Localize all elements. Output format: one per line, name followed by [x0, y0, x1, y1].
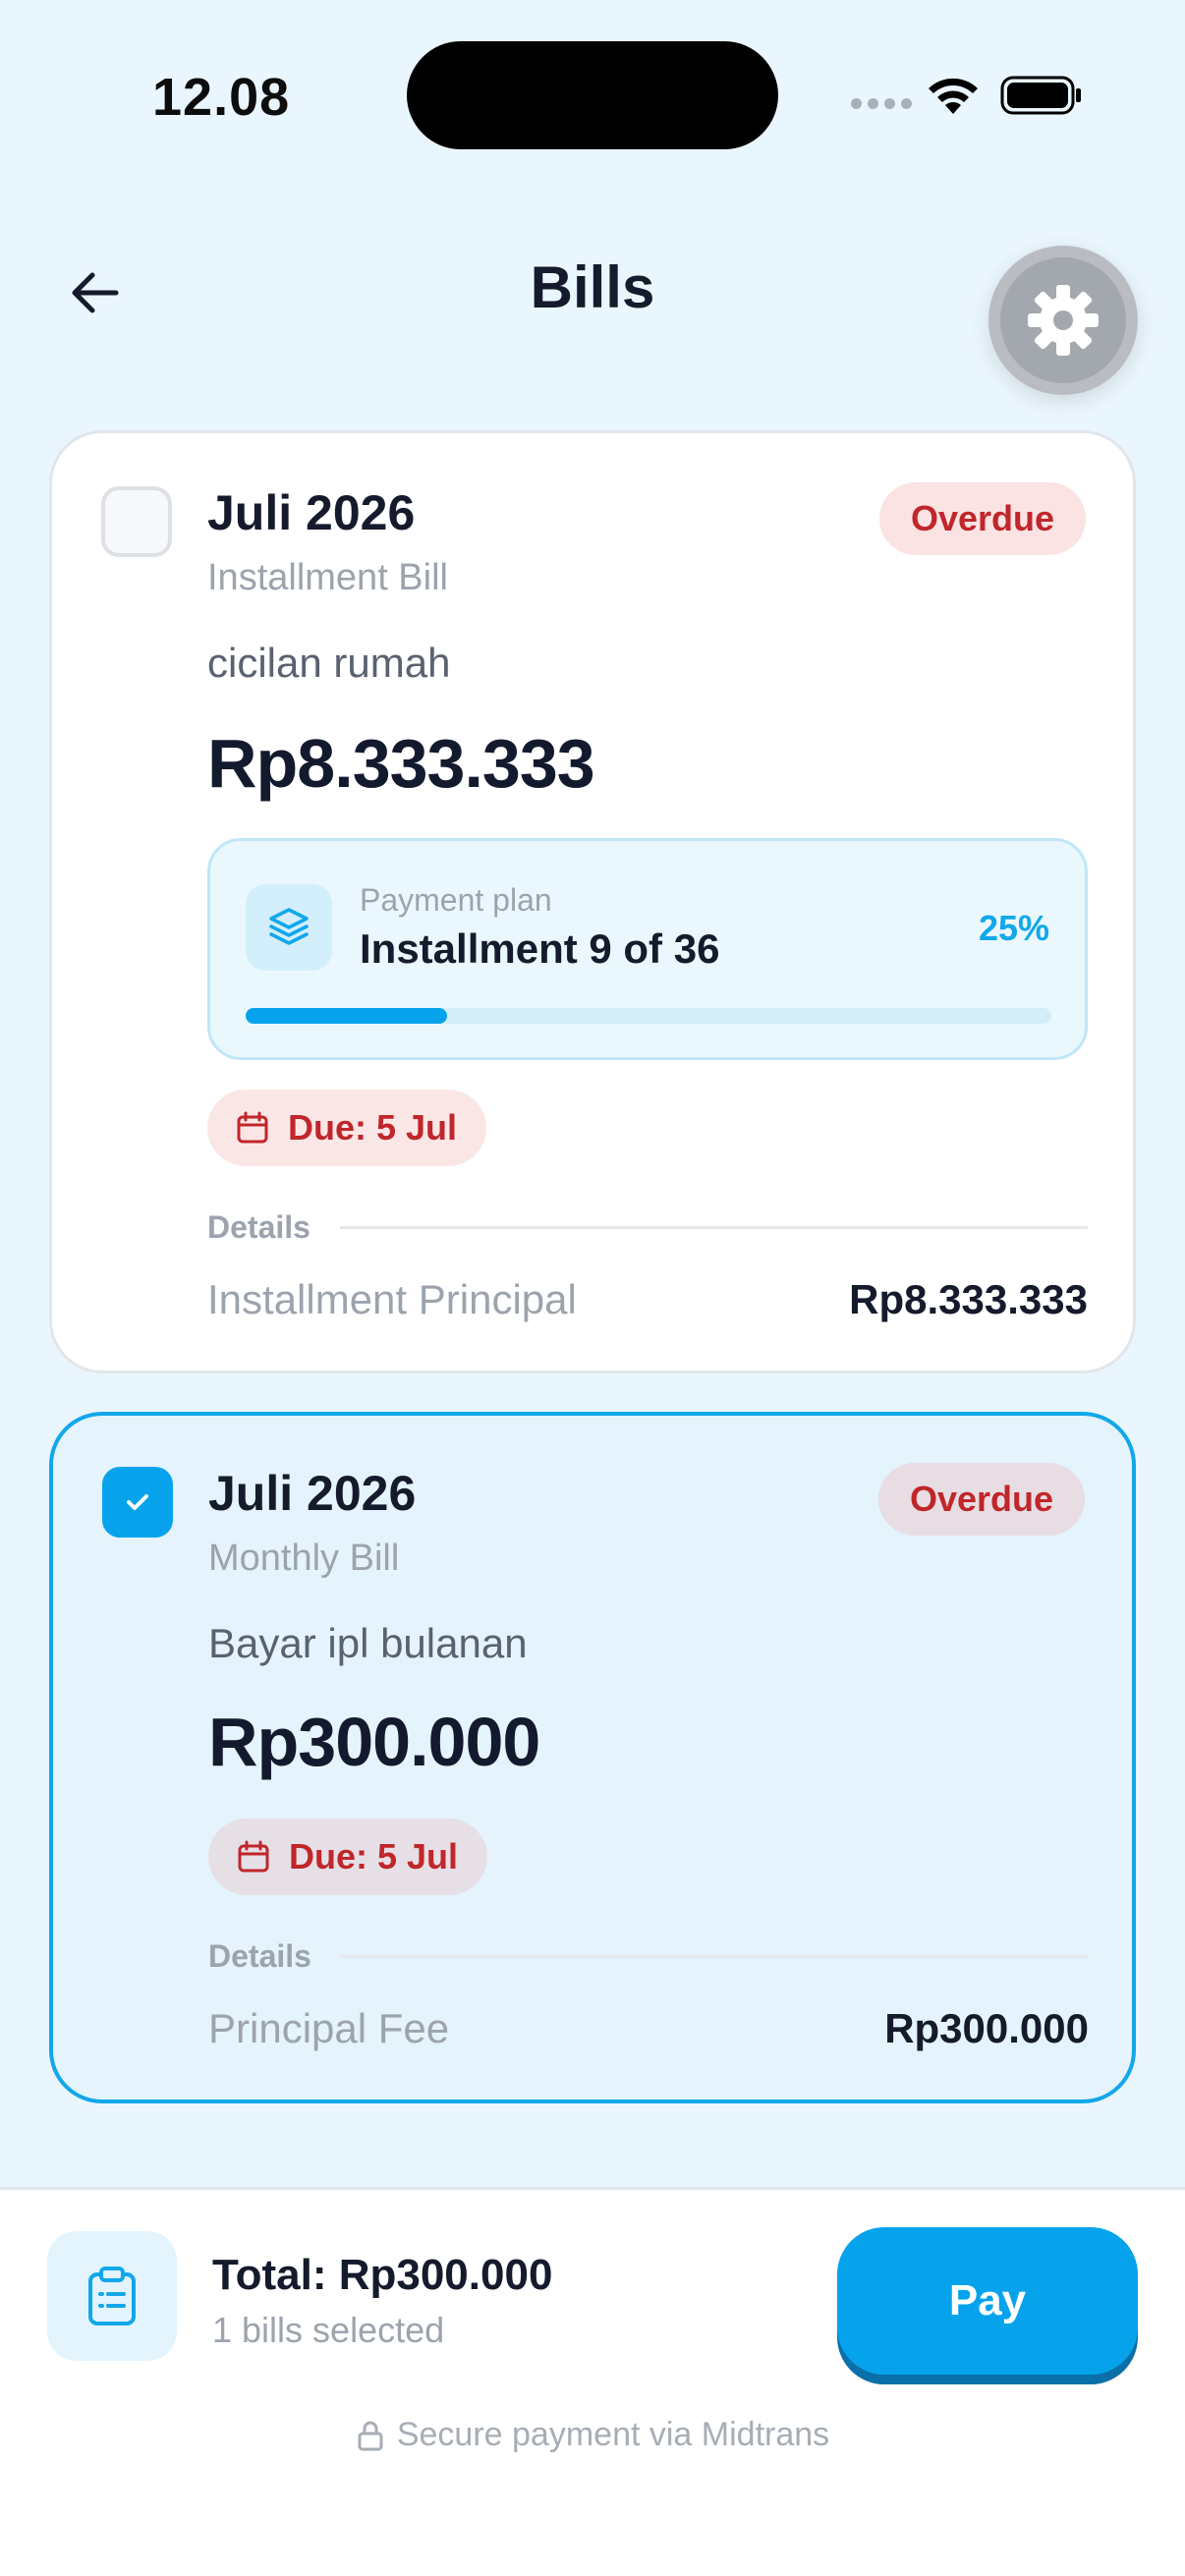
bill-type: Installment Bill	[207, 557, 448, 598]
bill-description: Bayar ipl bulanan	[208, 1620, 528, 1666]
line-item: Installment Principal Rp8.333.333	[207, 1276, 1088, 1323]
wifi-icon	[929, 78, 978, 114]
payment-plan-percent: 25%	[978, 908, 1049, 948]
battery-icon	[1000, 76, 1081, 115]
details-label: Details	[207, 1209, 310, 1245]
selected-count: 1 bills selected	[212, 2310, 445, 2350]
details-divider: Details	[208, 1938, 1089, 1975]
due-chip: Due: 5 Jul	[207, 1090, 487, 1166]
secure-note: Secure payment via Midtrans	[0, 2416, 1185, 2454]
line-item-label: Installment Principal	[207, 1276, 577, 1322]
details-label: Details	[208, 1938, 311, 1974]
header: Bills	[0, 226, 1185, 395]
layers-icon	[246, 884, 332, 971]
bill-checkbox[interactable]	[102, 1467, 173, 1538]
due-date: Due: 5 Jul	[288, 1107, 458, 1148]
details-divider: Details	[207, 1209, 1088, 1246]
bill-type: Monthly Bill	[208, 1538, 400, 1579]
calendar-icon	[237, 1111, 268, 1144]
line-item-value: Rp8.333.333	[849, 1276, 1088, 1322]
line-item-label: Principal Fee	[208, 2005, 450, 2051]
line-item: Principal Fee Rp300.000	[208, 2005, 1089, 2052]
bill-amount: Rp300.000	[208, 1704, 540, 1780]
payment-footer: Total: Rp300.000 1 bills selected Pay Se…	[0, 2187, 1185, 2576]
line-item-value: Rp300.000	[884, 2005, 1089, 2051]
payment-plan-label: Payment plan	[360, 882, 552, 918]
bill-description: cicilan rumah	[207, 640, 451, 686]
total-amount: Total: Rp300.000	[212, 2251, 553, 2299]
bill-month: Juli 2026	[208, 1466, 417, 1521]
secure-note-text: Secure payment via Midtrans	[396, 2416, 830, 2453]
pay-button[interactable]: Pay	[837, 2227, 1138, 2375]
bill-month: Juli 2026	[207, 485, 416, 540]
calendar-icon	[238, 1840, 269, 1873]
status-badge: Overdue	[877, 1463, 1085, 1536]
payment-plan-box: Payment plan Installment 9 of 36 25%	[207, 838, 1088, 1060]
payment-plan-progress	[246, 1008, 1051, 1024]
status-time: 12.08	[152, 68, 291, 127]
bill-card-monthly[interactable]: Juli 2026 Monthly Bill Overdue Bayar ipl…	[49, 1412, 1136, 2103]
bill-card-installment[interactable]: Juli 2026 Installment Bill Overdue cicil…	[49, 430, 1136, 1373]
bill-amount: Rp8.333.333	[207, 725, 595, 802]
due-chip: Due: 5 Jul	[208, 1819, 488, 1895]
due-date: Due: 5 Jul	[289, 1836, 459, 1876]
cellular-signal-icon	[851, 98, 912, 109]
progress-fill	[246, 1008, 447, 1024]
payment-plan-value: Installment 9 of 36	[360, 925, 720, 972]
gear-icon	[1028, 285, 1099, 356]
lock-icon	[358, 2421, 383, 2450]
bill-checkbox[interactable]	[101, 486, 172, 557]
status-bar: 12.08	[0, 0, 1185, 187]
clipboard-icon	[47, 2231, 177, 2361]
dynamic-island	[407, 41, 778, 149]
settings-button[interactable]	[988, 246, 1138, 395]
status-badge: Overdue	[878, 482, 1086, 555]
check-icon	[127, 1494, 148, 1510]
